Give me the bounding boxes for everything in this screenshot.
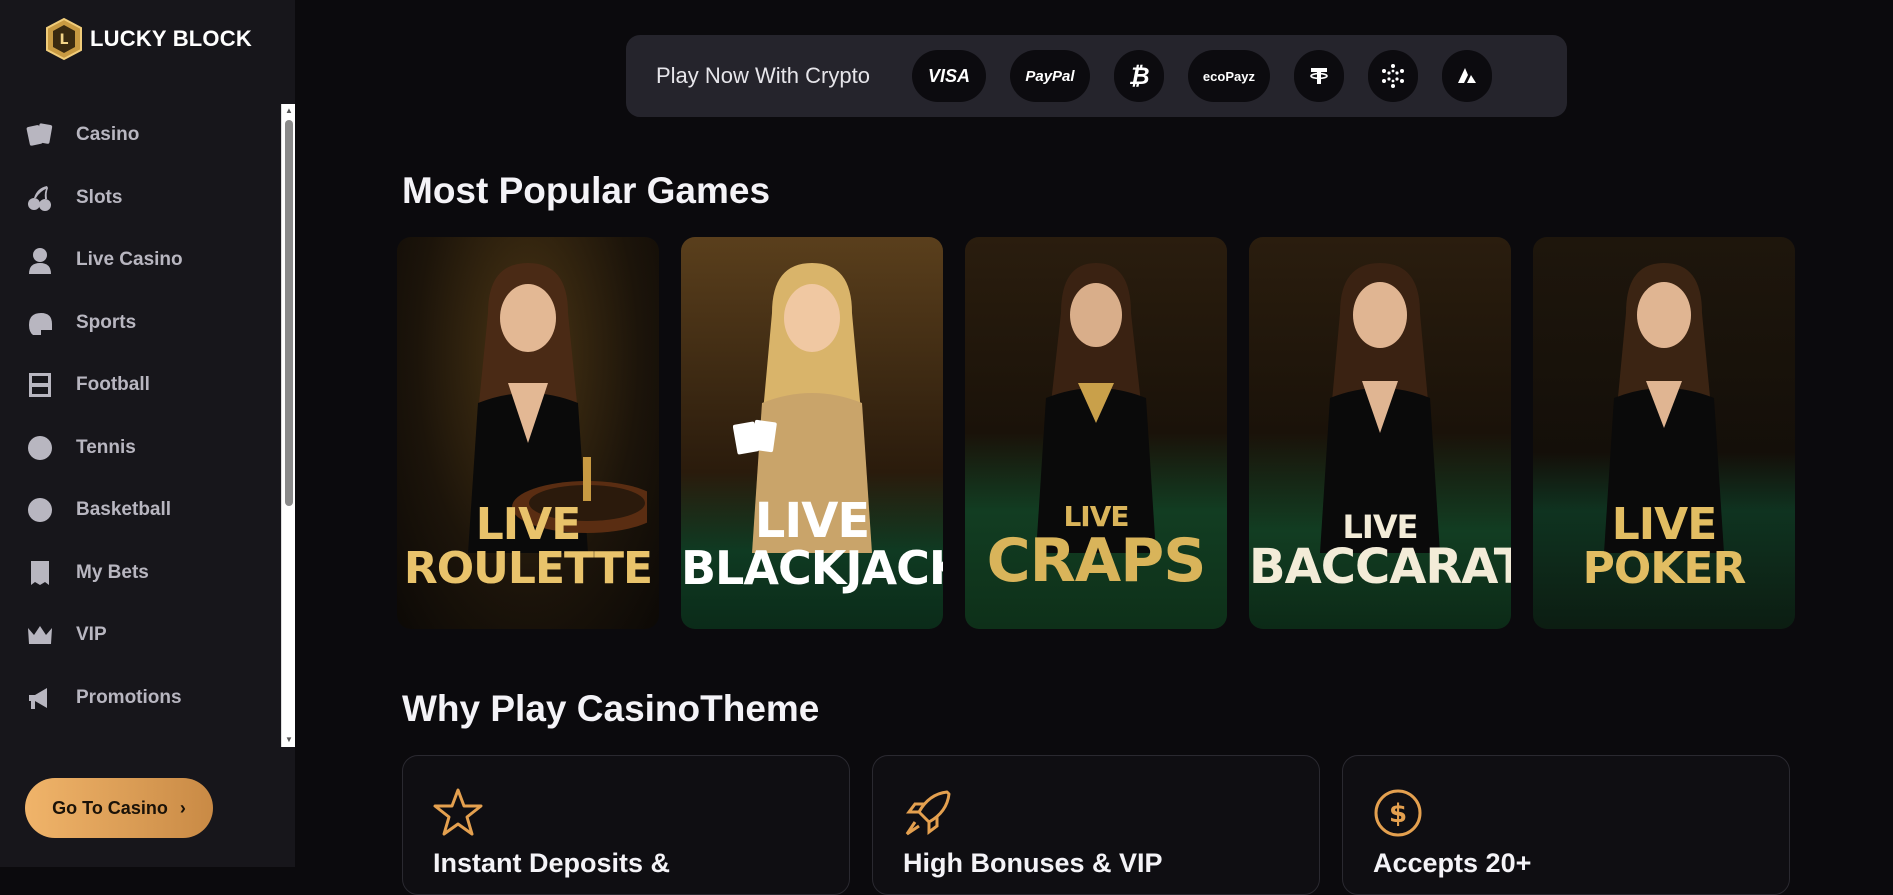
cardano-icon: [1367, 50, 1418, 102]
bitcoin-icon: ₿: [1113, 50, 1164, 102]
why-play-heading: Why Play CasinoTheme: [402, 688, 820, 729]
game-title-line-1: LIVE: [754, 493, 870, 549]
go-to-casino-button[interactable]: Go To Casino ›: [25, 778, 213, 838]
game-title: LIVE POKER: [1533, 503, 1795, 591]
cards-icon: [24, 119, 56, 151]
svg-text:$: $: [1389, 799, 1407, 829]
game-title-line-2: CRAPS: [986, 526, 1207, 596]
sidebar-item-football[interactable]: Football: [0, 354, 280, 417]
payment-methods-bar: Play Now With Crypto VISA PayPal ₿ ecoPa…: [626, 35, 1567, 117]
dollar-coin-icon: $: [1374, 789, 1422, 837]
basketball-icon: [24, 494, 56, 526]
svg-text:L: L: [60, 32, 69, 48]
feature-title: High Bonuses & VIP: [903, 848, 1163, 878]
game-card-live-blackjack[interactable]: LIVE BLACKJACK: [681, 237, 943, 629]
sidebar-nav: Casino Slots Live Casino Sports Football…: [0, 104, 280, 747]
sidebar-item-label: Basketball: [76, 499, 172, 521]
popular-games-heading: Most Popular Games: [402, 170, 771, 211]
game-title: LIVE BACCARAT: [1249, 511, 1511, 591]
ecopayz-logo: ecoPayz: [1187, 50, 1270, 102]
game-title-line-1: LIVE: [475, 499, 582, 550]
sidebar-item-label: Tennis: [76, 436, 136, 458]
football-pitch-icon: [24, 369, 56, 401]
game-title-line-2: ROULETTE: [403, 543, 653, 594]
paypal-logo: PayPal: [1009, 50, 1090, 102]
popular-games-row: LIVE ROULETTE LIVE BLACKJACK LIVE CRAPS …: [397, 237, 1795, 629]
star-icon: [433, 788, 483, 836]
sidebar-item-tennis[interactable]: Tennis: [0, 417, 280, 480]
brand-name: LUCKY BLOCK: [90, 26, 252, 51]
feature-card-accepts-20-plus: $ Accepts 20+: [1342, 755, 1790, 895]
sidebar-item-label: My Bets: [76, 561, 149, 583]
scroll-up-icon[interactable]: ▲: [284, 106, 294, 116]
game-title: LIVE BLACKJACK: [681, 497, 943, 591]
game-card-live-baccarat[interactable]: LIVE BACCARAT: [1249, 237, 1511, 629]
brand-logo[interactable]: L LUCKY BLOCK: [44, 17, 252, 61]
paypal-label: PayPal: [1025, 67, 1075, 85]
lucky-block-logo-icon: L: [46, 17, 82, 61]
sidebar-item-label: Football: [76, 374, 150, 396]
feature-card-high-bonuses: High Bonuses & VIP: [872, 755, 1320, 895]
avalanche-icon: [1441, 50, 1492, 102]
tether-icon: [1293, 50, 1344, 102]
game-title: LIVE ROULETTE: [397, 503, 659, 591]
receipt-icon: [24, 557, 56, 589]
sidebar-item-slots[interactable]: Slots: [0, 167, 280, 230]
visa-label: VISA: [927, 65, 970, 86]
playing-cards-image: [733, 419, 777, 455]
feature-title: Accepts 20+: [1373, 848, 1532, 878]
game-title-line-2: LIVE POKER: [1582, 499, 1747, 594]
game-card-live-craps[interactable]: LIVE CRAPS: [965, 237, 1227, 629]
go-to-casino-label: Go To Casino: [52, 797, 168, 818]
dealer-icon: [24, 244, 56, 276]
sidebar-item-label: Live Casino: [76, 249, 183, 271]
sidebar: L LUCKY BLOCK Casino Slots Live Casino S…: [0, 0, 295, 867]
sidebar-item-label: VIP: [76, 624, 107, 646]
sidebar-item-label: Sports: [76, 311, 137, 333]
sidebar-item-basketball[interactable]: Basketball: [0, 479, 280, 542]
sidebar-item-label: Casino: [76, 124, 140, 146]
game-card-live-poker[interactable]: LIVE POKER: [1533, 237, 1795, 629]
scrollbar-thumb[interactable]: [285, 120, 293, 506]
sports-helmet-icon: [24, 307, 56, 339]
svg-text:₿: ₿: [1128, 63, 1149, 89]
feature-title: Instant Deposits &: [433, 848, 671, 878]
megaphone-icon: [24, 682, 56, 714]
game-title-line-2: BLACKJACK: [681, 541, 943, 595]
sidebar-item-my-bets[interactable]: My Bets: [0, 542, 280, 605]
sidebar-item-vip[interactable]: VIP: [0, 604, 280, 667]
crown-icon: [24, 619, 56, 651]
sidebar-item-sports[interactable]: Sports: [0, 292, 280, 355]
game-card-live-roulette[interactable]: LIVE ROULETTE: [397, 237, 659, 629]
sidebar-item-live-casino[interactable]: Live Casino: [0, 229, 280, 292]
sidebar-scrollbar[interactable]: ▲ ▼: [281, 104, 295, 747]
tennis-ball-icon: [24, 432, 56, 464]
rocket-icon: [905, 790, 951, 836]
sidebar-item-casino[interactable]: Casino: [0, 104, 280, 167]
chevron-right-icon: ›: [179, 797, 186, 818]
sidebar-item-label: Promotions: [76, 686, 182, 708]
feature-card-instant-deposits: Instant Deposits &: [402, 755, 850, 895]
game-title: LIVE CRAPS: [965, 503, 1227, 596]
game-title-line-2: BACCARAT: [1249, 539, 1511, 595]
ecopayz-label: ecoPayz: [1202, 68, 1255, 84]
cherries-icon: [24, 182, 56, 214]
sidebar-item-label: Slots: [76, 186, 123, 208]
features-row: Instant Deposits & High Bonuses & VIP $ …: [402, 755, 1790, 895]
sidebar-item-promotions[interactable]: Promotions: [0, 667, 280, 730]
visa-logo: VISA: [911, 50, 986, 102]
payment-bar-label: Play Now With Crypto: [656, 63, 870, 88]
scroll-down-icon[interactable]: ▼: [284, 735, 294, 745]
